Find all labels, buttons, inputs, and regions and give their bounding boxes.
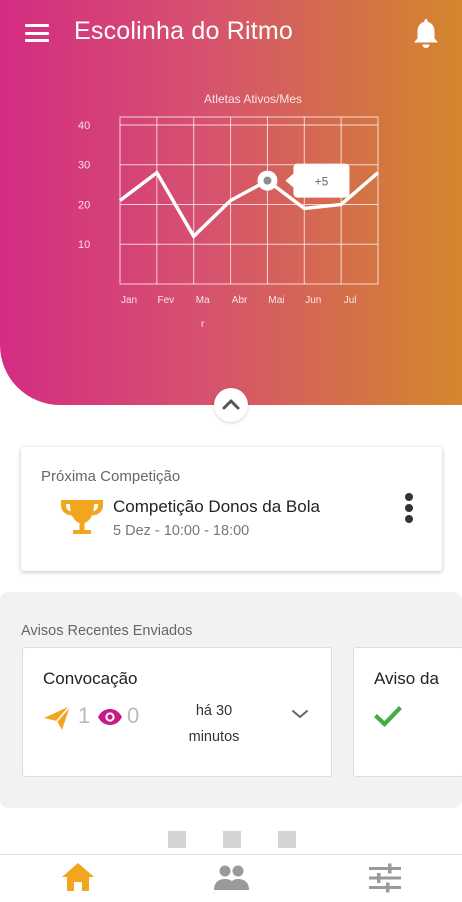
y-tick-label: 20 (78, 199, 90, 211)
y-tick-label: 40 (78, 120, 90, 132)
y-tick-label: 10 (78, 239, 90, 251)
notice-title: Convocação (43, 669, 138, 688)
bottom-navigation (0, 854, 462, 901)
next-competition-label: Próxima Competição (41, 468, 181, 485)
chevron-up-icon (222, 399, 240, 410)
sliders-icon (369, 863, 401, 893)
views-count: 0 (127, 703, 140, 728)
notice-time: há 30 minutos (176, 698, 252, 750)
tooltip-label: +5 (315, 175, 329, 189)
notice-card[interactable]: Aviso da (353, 647, 462, 777)
nav-athletes[interactable] (211, 859, 251, 897)
x-tick-label: Abr (232, 295, 248, 306)
nav-home[interactable] (58, 859, 98, 897)
x-tick-label: Ma (196, 295, 210, 306)
pager-indicator[interactable] (278, 831, 296, 848)
app-title: Escolinha do Ritmo (74, 17, 293, 45)
active-athletes-chart: Atletas Ativos/Mes 10 20 30 40 Jan Fev Ma r Abr Ma… (0, 70, 462, 350)
notice-time-line1: há 30 (195, 703, 233, 719)
eye-icon (98, 709, 122, 725)
collapse-chart-button[interactable] (214, 388, 248, 422)
x-tick-label: Mai (268, 295, 284, 306)
check-icon (374, 706, 402, 727)
x-tick-label: r (201, 319, 205, 330)
notice-time-line2: minutos (188, 729, 240, 745)
menu-icon[interactable] (25, 24, 49, 42)
highlight-point-inner (263, 176, 272, 185)
header-banner: Escolinha do Ritmo Atletas Ativos/Mes 10 2… (0, 0, 462, 405)
trophy-icon (61, 500, 103, 534)
bell-icon[interactable] (410, 16, 442, 50)
next-competition-card[interactable]: Próxima Competição Competição Donos da B… (21, 447, 442, 571)
notice-card[interactable]: Convocação 1 0 há 30 minutos (22, 647, 332, 777)
notice-title: Aviso da (374, 669, 439, 688)
pager-indicator[interactable] (223, 831, 241, 848)
notices-title: Avisos Recentes Enviados (21, 623, 193, 639)
sent-count: 1 (78, 703, 91, 728)
nav-settings[interactable] (365, 859, 405, 897)
chart-title: Atletas Ativos/Mes (204, 92, 302, 106)
app-bar: Escolinha do Ritmo (0, 0, 462, 64)
send-icon (44, 705, 71, 730)
more-vertical-icon[interactable] (401, 493, 417, 527)
pager-indicator[interactable] (168, 831, 186, 848)
x-tick-label: Jan (121, 295, 137, 306)
competition-name: Competição Donos da Bola (113, 497, 320, 516)
chart-grid-frame (119, 116, 379, 285)
x-tick-label: Jun (305, 295, 321, 306)
home-icon (62, 863, 94, 891)
y-tick-label: 30 (78, 160, 90, 172)
people-icon (214, 865, 249, 890)
competition-time: 5 Dez - 10:00 - 18:00 (113, 523, 250, 539)
x-tick-label: Fev (158, 295, 175, 306)
tooltip-arrow (285, 173, 294, 188)
x-tick-label: Jul (344, 295, 357, 306)
chevron-down-icon[interactable] (291, 708, 309, 720)
